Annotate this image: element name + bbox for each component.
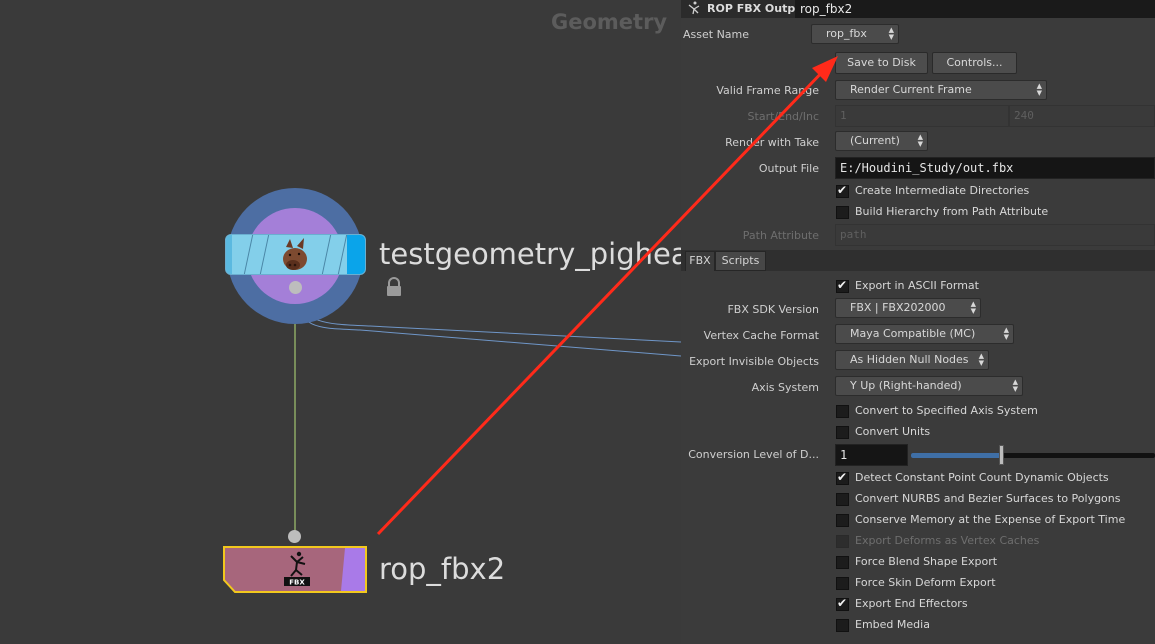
bypass-flag[interactable] (226, 235, 232, 274)
lock-icon[interactable] (385, 277, 403, 297)
create-dirs-checkbox[interactable] (836, 183, 849, 198)
force-skin-label: Force Skin Deform Export (855, 576, 996, 589)
render-with-take-menu[interactable]: (Current) ▲ ▼ (835, 131, 928, 151)
save-to-disk-button[interactable]: Save to Disk (835, 52, 928, 74)
node-type-label: ROP FBX Output (707, 2, 809, 15)
menu-arrows-icon: ▲ ▼ (970, 300, 976, 315)
menu-arrows-icon: ▲ ▼ (917, 133, 923, 148)
controls-button[interactable]: Controls... (932, 52, 1017, 74)
menu-arrows-icon: ▲ ▼ (1003, 326, 1009, 341)
conserve-memory-checkbox[interactable] (836, 514, 849, 527)
conversion-level-slider-fill (911, 453, 1001, 458)
asset-name-value: rop_fbx (826, 27, 867, 40)
tab-fbx[interactable]: FBX (685, 251, 715, 271)
wire-geo-to-offscreen-1 (295, 295, 681, 357)
asset-name-menu[interactable]: rop_fbx ▲ ▼ (811, 24, 899, 44)
start-end-inc-label: Start/End/Inc (747, 110, 819, 123)
node-name-field[interactable]: rop_fbx2 (795, 0, 1155, 18)
output-file-label: Output File (758, 162, 819, 175)
fbx-sdk-version-label: FBX SDK Version (727, 303, 819, 316)
render-with-take-value: (Current) (850, 134, 900, 147)
embed-media-checkbox[interactable] (836, 619, 849, 632)
build-hierarchy-label: Build Hierarchy from Path Attribute (855, 205, 1049, 218)
export-end-effectors-label: Export End Effectors (855, 597, 968, 610)
geo-node-label[interactable]: testgeometry_pighead1 (379, 237, 681, 271)
fbx-icon-text: FBX (289, 579, 305, 587)
valid-frame-range-value: Render Current Frame (850, 83, 972, 96)
fbx-icon: FBX (284, 551, 310, 587)
embed-media-label: Embed Media (855, 618, 930, 631)
force-blend-checkbox[interactable] (836, 556, 849, 569)
parameter-pane: ROP FBX Output rop_fbx2 Asset Name rop_f… (681, 0, 1155, 644)
export-ascii-checkbox[interactable] (836, 278, 849, 293)
asset-name-label: Asset Name (683, 28, 750, 41)
path-attribute-field[interactable]: path (835, 224, 1155, 246)
menu-arrows-icon: ▲ ▼ (978, 352, 984, 367)
build-hierarchy-checkbox[interactable] (836, 206, 849, 219)
menu-arrows-icon: ▲ ▼ (1036, 82, 1042, 97)
tab-scripts[interactable]: Scripts (715, 251, 766, 271)
export-deforms-label: Export Deforms as Vertex Caches (855, 534, 1040, 547)
convert-axis-label: Convert to Specified Axis System (855, 404, 1038, 417)
pig-head-icon (283, 238, 307, 270)
export-invisible-value: As Hidden Null Nodes (850, 353, 969, 366)
convert-axis-checkbox[interactable] (836, 405, 849, 418)
wire-geo-to-offscreen-2 (296, 295, 681, 343)
valid-frame-range-menu[interactable]: Render Current Frame ▲ ▼ (835, 80, 1047, 100)
rop-node-input-connector[interactable] (288, 530, 301, 543)
export-ascii-label: Export in ASCII Format (855, 279, 979, 292)
node-stripe (243, 235, 254, 274)
fbx-sdk-version-menu[interactable]: FBX | FBX202000 ▲ ▼ (835, 298, 981, 318)
conversion-level-field[interactable]: 1 (835, 444, 908, 466)
start-frame-field[interactable]: 1 (835, 105, 1009, 127)
conserve-memory-label: Conserve Memory at the Expense of Export… (855, 513, 1126, 526)
convert-nurbs-checkbox[interactable] (836, 493, 849, 506)
create-dirs-label: Create Intermediate Directories (855, 184, 1030, 197)
axis-system-menu[interactable]: Y Up (Right-handed) ▲ ▼ (835, 376, 1023, 396)
export-end-effectors-checkbox[interactable] (836, 596, 849, 611)
fbx-sdk-version-value: FBX | FBX202000 (850, 301, 946, 314)
rop-node-label[interactable]: rop_fbx2 (379, 552, 505, 586)
menu-arrows-icon: ▲ ▼ (888, 26, 894, 41)
menu-arrows-icon: ▲ ▼ (1012, 378, 1018, 393)
rop-fbx-type-icon (688, 1, 700, 15)
vertex-cache-format-label: Vertex Cache Format (703, 329, 819, 342)
param-header: ROP FBX Output rop_fbx2 (681, 0, 1155, 18)
conversion-level-slider-handle[interactable] (999, 445, 1004, 465)
convert-units-label: Convert Units (855, 425, 931, 438)
conversion-level-label: Conversion Level of D... (688, 448, 819, 461)
axis-system-label: Axis System (751, 381, 819, 394)
export-invisible-menu[interactable]: As Hidden Null Nodes ▲ ▼ (835, 350, 989, 370)
force-blend-label: Force Blend Shape Export (855, 555, 998, 568)
output-file-field[interactable]: E:/Houdini_Study/out.fbx (835, 157, 1155, 179)
vertex-cache-format-value: Maya Compatible (MC) (850, 327, 976, 340)
convert-units-checkbox[interactable] (836, 426, 849, 439)
end-frame-field[interactable]: 240 (1009, 105, 1155, 127)
path-attribute-label: Path Attribute (742, 229, 819, 242)
force-skin-checkbox[interactable] (836, 577, 849, 590)
detect-constant-label: Detect Constant Point Count Dynamic Obje… (855, 471, 1109, 484)
display-flag[interactable] (347, 235, 365, 274)
detect-constant-checkbox[interactable] (836, 470, 849, 485)
geo-node-output-connector[interactable] (289, 281, 302, 294)
valid-frame-range-label: Valid Frame Range (716, 84, 819, 97)
convert-nurbs-label: Convert NURBS and Bezier Surfaces to Pol… (855, 492, 1121, 505)
node-stripe (321, 235, 332, 274)
render-with-take-label: Render with Take (725, 136, 819, 149)
node-stripe (259, 235, 270, 274)
network-editor[interactable]: Geometry testgeometry_pighead1 (0, 0, 681, 644)
vertex-cache-format-menu[interactable]: Maya Compatible (MC) ▲ ▼ (835, 324, 1014, 344)
node-stripe (337, 235, 348, 274)
export-invisible-label: Export Invisible Objects (689, 355, 819, 368)
axis-system-value: Y Up (Right-handed) (850, 379, 962, 392)
export-deforms-checkbox (836, 535, 849, 548)
